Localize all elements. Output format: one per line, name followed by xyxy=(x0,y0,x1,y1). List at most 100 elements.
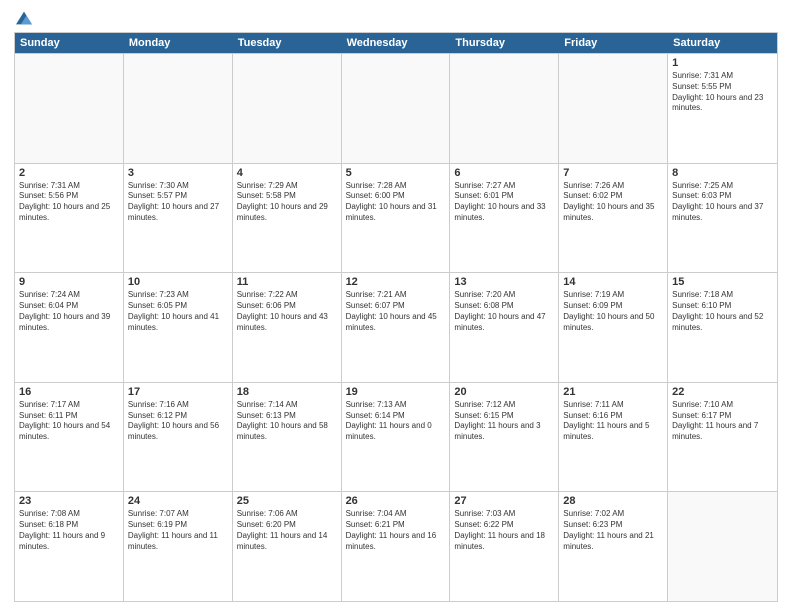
week-row-4: 23 Sunrise: 7:08 AM Sunset: 6:18 PM Dayli… xyxy=(15,491,777,601)
day-number: 6 xyxy=(454,167,554,179)
day-number: 4 xyxy=(237,167,337,179)
day-cell: 15 Sunrise: 7:18 AM Sunset: 6:10 PM Dayli… xyxy=(668,273,777,382)
page: SundayMondayTuesdayWednesdayThursdayFrid… xyxy=(0,0,792,612)
day-number: 19 xyxy=(346,386,446,398)
day-number: 18 xyxy=(237,386,337,398)
day-cell xyxy=(124,54,233,163)
day-cell: 16 Sunrise: 7:17 AM Sunset: 6:11 PM Dayli… xyxy=(15,383,124,492)
day-info: Sunrise: 7:02 AM Sunset: 6:23 PM Dayligh… xyxy=(563,509,663,552)
day-header-monday: Monday xyxy=(124,33,233,53)
day-info: Sunrise: 7:27 AM Sunset: 6:01 PM Dayligh… xyxy=(454,181,554,224)
header xyxy=(14,10,778,26)
day-info: Sunrise: 7:22 AM Sunset: 6:06 PM Dayligh… xyxy=(237,290,337,333)
day-number: 14 xyxy=(563,276,663,288)
day-cell: 14 Sunrise: 7:19 AM Sunset: 6:09 PM Dayli… xyxy=(559,273,668,382)
day-cell: 4 Sunrise: 7:29 AM Sunset: 5:58 PM Daylig… xyxy=(233,164,342,273)
day-number: 3 xyxy=(128,167,228,179)
day-number: 11 xyxy=(237,276,337,288)
day-info: Sunrise: 7:24 AM Sunset: 6:04 PM Dayligh… xyxy=(19,290,119,333)
week-row-2: 9Sunrise: 7:24 AM Sunset: 6:04 PM Daylig… xyxy=(15,272,777,382)
day-number: 17 xyxy=(128,386,228,398)
day-info: Sunrise: 7:04 AM Sunset: 6:21 PM Dayligh… xyxy=(346,509,446,552)
week-row-3: 16 Sunrise: 7:17 AM Sunset: 6:11 PM Dayli… xyxy=(15,382,777,492)
day-number: 27 xyxy=(454,495,554,507)
day-cell: 9Sunrise: 7:24 AM Sunset: 6:04 PM Daylig… xyxy=(15,273,124,382)
day-number: 1 xyxy=(672,57,773,69)
week-row-0: 1 Sunrise: 7:31 AM Sunset: 5:55 PM Daylig… xyxy=(15,53,777,163)
day-header-wednesday: Wednesday xyxy=(342,33,451,53)
day-info: Sunrise: 7:30 AM Sunset: 5:57 PM Dayligh… xyxy=(128,181,228,224)
day-info: Sunrise: 7:12 AM Sunset: 6:15 PM Dayligh… xyxy=(454,400,554,443)
day-cell: 1 Sunrise: 7:31 AM Sunset: 5:55 PM Daylig… xyxy=(668,54,777,163)
day-info: Sunrise: 7:20 AM Sunset: 6:08 PM Dayligh… xyxy=(454,290,554,333)
day-number: 5 xyxy=(346,167,446,179)
day-number: 15 xyxy=(672,276,773,288)
day-cell xyxy=(233,54,342,163)
day-info: Sunrise: 7:19 AM Sunset: 6:09 PM Dayligh… xyxy=(563,290,663,333)
day-number: 26 xyxy=(346,495,446,507)
day-info: Sunrise: 7:16 AM Sunset: 6:12 PM Dayligh… xyxy=(128,400,228,443)
day-info: Sunrise: 7:23 AM Sunset: 6:05 PM Dayligh… xyxy=(128,290,228,333)
day-number: 10 xyxy=(128,276,228,288)
day-number: 20 xyxy=(454,386,554,398)
day-info: Sunrise: 7:11 AM Sunset: 6:16 PM Dayligh… xyxy=(563,400,663,443)
day-header-friday: Friday xyxy=(559,33,668,53)
day-number: 21 xyxy=(563,386,663,398)
day-cell: 5 Sunrise: 7:28 AM Sunset: 6:00 PM Daylig… xyxy=(342,164,451,273)
day-cell: 10 Sunrise: 7:23 AM Sunset: 6:05 PM Dayli… xyxy=(124,273,233,382)
day-info: Sunrise: 7:29 AM Sunset: 5:58 PM Dayligh… xyxy=(237,181,337,224)
day-info: Sunrise: 7:03 AM Sunset: 6:22 PM Dayligh… xyxy=(454,509,554,552)
day-cell: 12Sunrise: 7:21 AM Sunset: 6:07 PM Dayli… xyxy=(342,273,451,382)
day-number: 22 xyxy=(672,386,773,398)
logo xyxy=(14,10,32,26)
day-cell: 2 Sunrise: 7:31 AM Sunset: 5:56 PM Daylig… xyxy=(15,164,124,273)
logo-icon xyxy=(16,10,32,26)
day-number: 16 xyxy=(19,386,119,398)
day-info: Sunrise: 7:17 AM Sunset: 6:11 PM Dayligh… xyxy=(19,400,119,443)
day-cell: 25 Sunrise: 7:06 AM Sunset: 6:20 PM Dayli… xyxy=(233,492,342,601)
day-number: 24 xyxy=(128,495,228,507)
day-info: Sunrise: 7:13 AM Sunset: 6:14 PM Dayligh… xyxy=(346,400,446,443)
day-header-thursday: Thursday xyxy=(450,33,559,53)
day-headers: SundayMondayTuesdayWednesdayThursdayFrid… xyxy=(15,33,777,53)
day-info: Sunrise: 7:08 AM Sunset: 6:18 PM Dayligh… xyxy=(19,509,119,552)
day-number: 8 xyxy=(672,167,773,179)
day-number: 12 xyxy=(346,276,446,288)
day-cell: 17 Sunrise: 7:16 AM Sunset: 6:12 PM Dayli… xyxy=(124,383,233,492)
day-info: Sunrise: 7:18 AM Sunset: 6:10 PM Dayligh… xyxy=(672,290,773,333)
day-header-tuesday: Tuesday xyxy=(233,33,342,53)
day-cell: 26 Sunrise: 7:04 AM Sunset: 6:21 PM Dayli… xyxy=(342,492,451,601)
day-cell: 13 Sunrise: 7:20 AM Sunset: 6:08 PM Dayli… xyxy=(450,273,559,382)
day-cell xyxy=(668,492,777,601)
day-info: Sunrise: 7:14 AM Sunset: 6:13 PM Dayligh… xyxy=(237,400,337,443)
day-cell: 24Sunrise: 7:07 AM Sunset: 6:19 PM Dayli… xyxy=(124,492,233,601)
day-header-saturday: Saturday xyxy=(668,33,777,53)
day-number: 13 xyxy=(454,276,554,288)
weeks: 1 Sunrise: 7:31 AM Sunset: 5:55 PM Daylig… xyxy=(15,53,777,601)
day-cell: 20 Sunrise: 7:12 AM Sunset: 6:15 PM Dayli… xyxy=(450,383,559,492)
day-cell: 27 Sunrise: 7:03 AM Sunset: 6:22 PM Dayli… xyxy=(450,492,559,601)
day-info: Sunrise: 7:25 AM Sunset: 6:03 PM Dayligh… xyxy=(672,181,773,224)
day-info: Sunrise: 7:31 AM Sunset: 5:55 PM Dayligh… xyxy=(672,71,773,114)
day-info: Sunrise: 7:31 AM Sunset: 5:56 PM Dayligh… xyxy=(19,181,119,224)
calendar: SundayMondayTuesdayWednesdayThursdayFrid… xyxy=(14,32,778,602)
day-info: Sunrise: 7:06 AM Sunset: 6:20 PM Dayligh… xyxy=(237,509,337,552)
day-cell: 6 Sunrise: 7:27 AM Sunset: 6:01 PM Daylig… xyxy=(450,164,559,273)
day-cell xyxy=(559,54,668,163)
day-number: 23 xyxy=(19,495,119,507)
day-info: Sunrise: 7:10 AM Sunset: 6:17 PM Dayligh… xyxy=(672,400,773,443)
day-cell: 3 Sunrise: 7:30 AM Sunset: 5:57 PM Daylig… xyxy=(124,164,233,273)
day-number: 2 xyxy=(19,167,119,179)
day-cell: 19 Sunrise: 7:13 AM Sunset: 6:14 PM Dayli… xyxy=(342,383,451,492)
day-cell: 21 Sunrise: 7:11 AM Sunset: 6:16 PM Dayli… xyxy=(559,383,668,492)
day-cell: 18 Sunrise: 7:14 AM Sunset: 6:13 PM Dayli… xyxy=(233,383,342,492)
day-info: Sunrise: 7:28 AM Sunset: 6:00 PM Dayligh… xyxy=(346,181,446,224)
day-cell: 22 Sunrise: 7:10 AM Sunset: 6:17 PM Dayli… xyxy=(668,383,777,492)
day-cell: 23 Sunrise: 7:08 AM Sunset: 6:18 PM Dayli… xyxy=(15,492,124,601)
week-row-1: 2 Sunrise: 7:31 AM Sunset: 5:56 PM Daylig… xyxy=(15,163,777,273)
day-number: 28 xyxy=(563,495,663,507)
day-cell: 8 Sunrise: 7:25 AM Sunset: 6:03 PM Daylig… xyxy=(668,164,777,273)
day-cell xyxy=(342,54,451,163)
day-cell: 28 Sunrise: 7:02 AM Sunset: 6:23 PM Dayli… xyxy=(559,492,668,601)
day-number: 25 xyxy=(237,495,337,507)
